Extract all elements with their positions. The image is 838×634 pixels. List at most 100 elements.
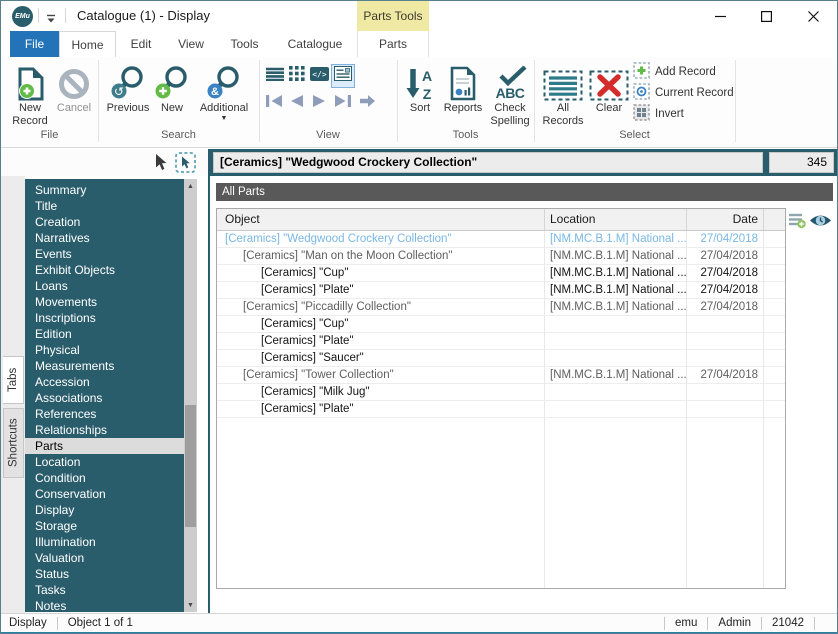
sidebar-item-creation[interactable]: Creation — [25, 214, 184, 230]
sidebar-item-associations[interactable]: Associations — [25, 390, 184, 406]
details-view-button[interactable] — [331, 64, 355, 88]
next-record-icon — [312, 94, 327, 113]
table-row[interactable]: [Ceramics] "Piccadilly Collection"[NM.MC… — [217, 299, 785, 316]
sidebar-item-relationships[interactable]: Relationships — [25, 422, 184, 438]
sidebar-item-loans[interactable]: Loans — [25, 278, 184, 294]
check-spelling-button[interactable]: ABC Check Spelling — [487, 59, 533, 131]
grid-view-button[interactable] — [287, 67, 307, 85]
tab-home[interactable]: Home — [59, 31, 116, 57]
code-view-button[interactable]: </> — [309, 67, 329, 85]
maximize-button[interactable] — [743, 1, 789, 31]
additional-dropdown-arrow-icon[interactable]: ▼ — [221, 115, 228, 122]
previous-search-button[interactable]: ↺ Previous — [103, 59, 153, 131]
table-row[interactable]: [Ceramics] "Cup"[NM.MC.B.1.M] National .… — [217, 265, 785, 282]
sidebar-item-accession[interactable]: Accession — [25, 374, 184, 390]
column-header-object[interactable]: Object — [217, 209, 545, 230]
sidebar-item-condition[interactable]: Condition — [25, 470, 184, 486]
sort-icon: A Z — [405, 59, 435, 101]
sidebar-item-physical[interactable]: Physical — [25, 342, 184, 358]
tab-tools[interactable]: Tools — [216, 31, 273, 57]
tab-file[interactable]: File — [10, 31, 59, 57]
visibility-eye-icon[interactable] — [809, 213, 832, 233]
record-number-field[interactable]: 345 — [769, 152, 834, 173]
add-record-select-button[interactable]: Add Record — [633, 63, 716, 81]
select-pointer-icon[interactable] — [175, 152, 196, 178]
table-row[interactable]: [Ceramics] "Plate"[NM.MC.B.1.M] National… — [217, 282, 785, 299]
sidebar-item-title[interactable]: Title — [25, 198, 184, 214]
sidebar-item-illumination[interactable]: Illumination — [25, 534, 184, 550]
emu-logo-icon[interactable]: EMu — [12, 6, 33, 27]
sidebar-item-display[interactable]: Display — [25, 502, 184, 518]
new-record-button[interactable]: New Record — [7, 59, 53, 131]
sidebar-item-edition[interactable]: Edition — [25, 326, 184, 342]
reports-button[interactable]: Reports — [439, 59, 487, 131]
clear-button[interactable]: Clear — [589, 59, 629, 131]
side-tab-tabs[interactable]: Tabs — [3, 356, 24, 404]
sidebar-item-notes[interactable]: Notes — [25, 598, 184, 614]
sidebar-item-exhibit-objects[interactable]: Exhibit Objects — [25, 262, 184, 278]
record-title-field[interactable]: [Ceramics] "Wedgwood Crockery Collection… — [213, 152, 763, 173]
sidebar-item-tasks[interactable]: Tasks — [25, 582, 184, 598]
minimize-button[interactable] — [697, 1, 743, 31]
sidebar-item-narratives[interactable]: Narratives — [25, 230, 184, 246]
tab-edit[interactable]: Edit — [116, 31, 166, 57]
svg-text:↺: ↺ — [114, 85, 124, 99]
sidebar-item-conservation[interactable]: Conservation — [25, 486, 184, 502]
sidebar-item-measurements[interactable]: Measurements — [25, 358, 184, 374]
column-header-date[interactable]: Date — [687, 209, 764, 230]
table-row[interactable]: [Ceramics] "Wedgwood Crockery Collection… — [217, 231, 785, 248]
cell-date: 27/04/2018 — [687, 299, 764, 315]
table-row[interactable]: [Ceramics] "Cup" — [217, 316, 785, 333]
cell-filler — [764, 350, 785, 366]
sidebar-item-storage[interactable]: Storage — [25, 518, 184, 534]
cell-filler — [764, 367, 785, 383]
parts-panel: All Parts Object Location Date [Ceramics… — [208, 176, 838, 613]
close-button[interactable] — [789, 1, 837, 31]
scrollbar-thumb[interactable] — [185, 405, 196, 527]
insert-row-icon[interactable] — [788, 212, 806, 234]
last-record-button[interactable] — [332, 95, 353, 111]
current-record-select-button[interactable]: Current Record — [633, 84, 734, 102]
sidebar-scrollbar[interactable]: ▲ ▼ — [184, 179, 197, 612]
cancel-button[interactable]: Cancel — [53, 59, 95, 131]
side-tab-shortcuts[interactable]: Shortcuts — [3, 408, 24, 478]
list-view-button[interactable] — [265, 67, 285, 85]
sidebar-item-status[interactable]: Status — [25, 566, 184, 582]
table-row[interactable]: [Ceramics] "Tower Collection"[NM.MC.B.1.… — [217, 367, 785, 384]
sidebar-item-events[interactable]: Events — [25, 246, 184, 262]
invert-selection-label: Invert — [655, 108, 684, 120]
all-records-label: All Records — [539, 102, 587, 128]
new-search-button[interactable]: New — [153, 59, 191, 131]
cell-location — [545, 350, 687, 366]
arrow-pointer-icon[interactable] — [153, 153, 167, 176]
quick-access-dropdown-icon[interactable] — [45, 11, 57, 29]
sidebar-item-inscriptions[interactable]: Inscriptions — [25, 310, 184, 326]
previous-record-button[interactable] — [286, 95, 307, 111]
table-row[interactable]: [Ceramics] "Plate" — [217, 401, 785, 418]
sidebar-item-references[interactable]: References — [25, 406, 184, 422]
invert-selection-button[interactable]: Invert — [633, 105, 684, 123]
column-header-location[interactable]: Location — [545, 209, 687, 230]
additional-search-button[interactable]: & Additional ▼ — [193, 59, 255, 131]
scroll-up-icon[interactable]: ▲ — [184, 179, 197, 193]
sidebar-item-valuation[interactable]: Valuation — [25, 550, 184, 566]
table-row[interactable]: [Ceramics] "Plate" — [217, 333, 785, 350]
sidebar-item-parts[interactable]: Parts — [25, 438, 184, 454]
next-record-button[interactable] — [309, 95, 330, 111]
goto-record-button[interactable] — [357, 95, 378, 111]
tab-view[interactable]: View — [166, 31, 216, 57]
table-row[interactable]: [Ceramics] "Man on the Moon Collection"[… — [217, 248, 785, 265]
all-records-button[interactable]: All Records — [539, 59, 587, 131]
sidebar-item-summary[interactable]: Summary — [25, 182, 184, 198]
table-row[interactable]: [Ceramics] "Saucer" — [217, 350, 785, 367]
sidebar-item-location[interactable]: Location — [25, 454, 184, 470]
tab-catalogue[interactable]: Catalogue — [273, 31, 357, 57]
sidebar-item-movements[interactable]: Movements — [25, 294, 184, 310]
table-row[interactable]: [Ceramics] "Milk Jug" — [217, 384, 785, 401]
sort-button[interactable]: A Z Sort — [401, 59, 439, 131]
tab-parts[interactable]: Parts — [357, 31, 429, 57]
scroll-down-icon[interactable]: ▼ — [184, 598, 197, 612]
new-record-icon — [17, 59, 44, 101]
first-record-button[interactable] — [263, 95, 284, 111]
previous-search-icon: ↺ — [109, 59, 147, 101]
